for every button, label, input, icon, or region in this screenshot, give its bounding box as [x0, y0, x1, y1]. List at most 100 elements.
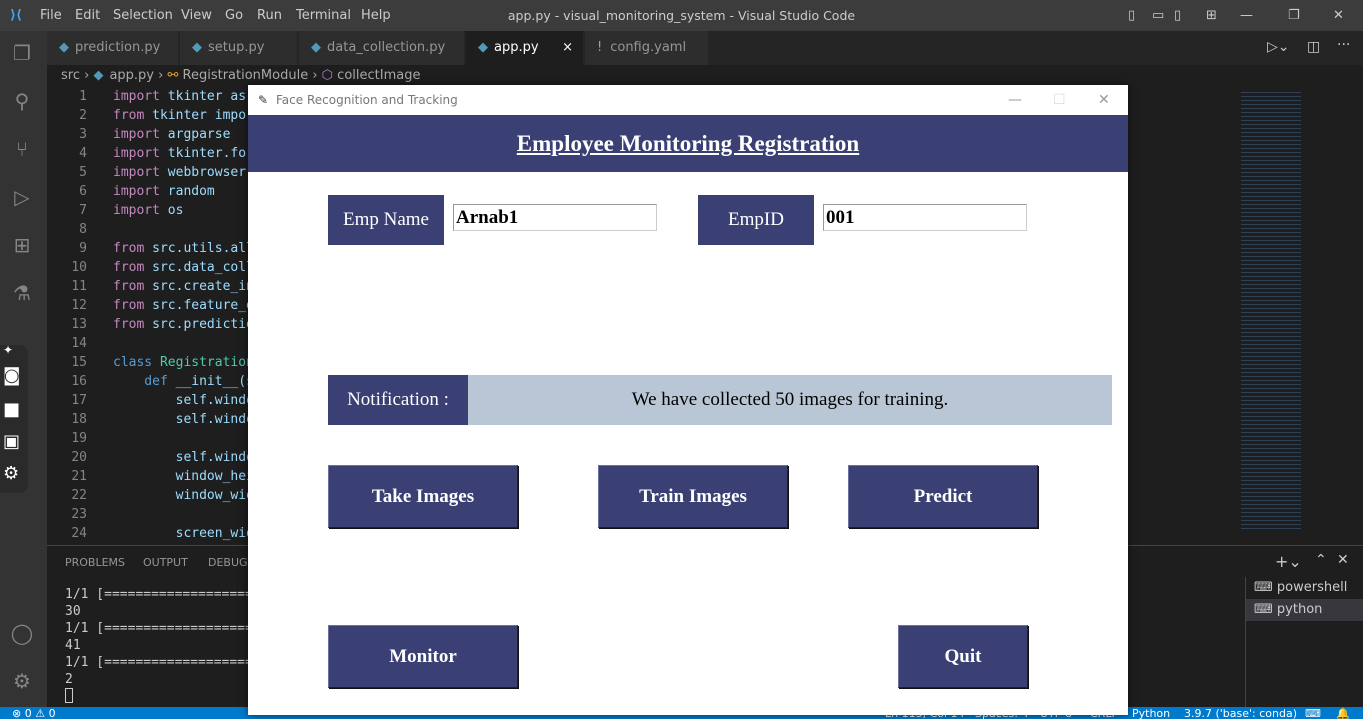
feedback-icon[interactable]: ⌨	[1305, 707, 1321, 719]
video-icon[interactable]: ■	[3, 399, 20, 420]
problems-status[interactable]: ⊗ 0 ⚠ 0	[12, 707, 56, 719]
search-icon[interactable]: ⚲	[10, 89, 34, 113]
code-keyword	[113, 412, 176, 427]
toggle-secondary-sidebar-icon[interactable]: ▯	[1174, 8, 1181, 23]
code-keyword: import	[113, 184, 168, 199]
line-number: 12	[71, 298, 87, 313]
split-editor-icon[interactable]: ◫	[1307, 39, 1320, 55]
tk-maximize-icon[interactable]: ☐	[1053, 85, 1066, 115]
code-line: import random	[113, 182, 215, 201]
restore-icon[interactable]: ❐	[1288, 8, 1300, 23]
close-icon[interactable]: ✕	[1333, 8, 1344, 23]
error-count: 0	[24, 707, 32, 719]
layout-icon[interactable]: ⊞	[1206, 8, 1217, 23]
tab-close-icon[interactable]: ×	[562, 31, 573, 65]
code-keyword: from	[113, 241, 153, 256]
quit-button[interactable]: Quit	[898, 625, 1028, 688]
code-text: webbrowser	[167, 165, 247, 180]
tab-label: prediction.py	[75, 40, 161, 55]
feather-icon: ✎	[258, 93, 269, 107]
code-text: window_hei	[175, 469, 254, 484]
panel-tab-problems[interactable]: PROBLEMS	[65, 556, 125, 569]
settings-gear-icon[interactable]: ⚙	[10, 669, 34, 693]
maximize-panel-icon[interactable]: ⌃	[1315, 552, 1327, 568]
account-icon[interactable]: ◯	[10, 621, 34, 645]
minimap[interactable]	[1235, 86, 1363, 546]
tab-setup[interactable]: ◆ setup.py	[180, 31, 298, 65]
code-keyword: from	[113, 279, 153, 294]
line-number: 4	[79, 146, 87, 161]
capture-toolbar: ✦ ◙ ■ ▣ ⚙	[0, 343, 28, 493]
run-debug-icon[interactable]: ▷	[10, 185, 34, 209]
tab-label: data_collection.py	[327, 40, 446, 55]
line-number: 9	[79, 241, 87, 256]
breadcrumb-item[interactable]: app.py	[109, 68, 154, 83]
breadcrumb-item[interactable]: src	[61, 68, 80, 83]
tk-minimize-icon[interactable]: —	[1008, 85, 1022, 115]
notifications-bell-icon[interactable]: 🔔	[1336, 707, 1350, 719]
language-mode[interactable]: Python	[1132, 707, 1170, 719]
panel-tab-output[interactable]: OUTPUT	[143, 556, 188, 569]
settings-icon[interactable]: ⚙	[3, 463, 19, 484]
code-keyword: import	[113, 127, 168, 142]
line-number: 15	[71, 355, 87, 370]
tab-prediction[interactable]: ◆ prediction.py	[47, 31, 179, 65]
extensions-icon[interactable]: ⊞	[10, 233, 34, 257]
code-line: class Registration	[113, 353, 254, 372]
gallery-icon[interactable]: ▣	[3, 431, 20, 452]
python-interpreter[interactable]: 3.9.7 ('base': conda)	[1184, 707, 1297, 719]
more-actions-icon[interactable]: ···	[1337, 37, 1350, 53]
line-number: 23	[71, 507, 87, 522]
code-text: argparse	[167, 127, 231, 142]
train-images-button[interactable]: Train Images	[598, 465, 788, 528]
code-line: import os	[113, 201, 183, 220]
code-line: import webbrowser	[113, 163, 246, 182]
tab-app[interactable]: ◆ app.py ×	[466, 31, 584, 65]
tk-app-window: ✎ Face Recognition and Tracking — ☐ ✕ Em…	[248, 85, 1128, 715]
source-control-icon[interactable]: ⑂	[10, 137, 34, 161]
run-file-icon[interactable]: ▷⌄	[1267, 39, 1290, 55]
code-text: screen_wid	[175, 526, 254, 541]
new-terminal-icon[interactable]: +⌄	[1275, 552, 1302, 571]
explorer-icon[interactable]: ❐	[10, 41, 34, 65]
yaml-file-icon: !	[597, 40, 603, 55]
code-text: src.create_in	[152, 279, 254, 294]
code-keyword: import	[113, 89, 168, 104]
line-number: 10	[71, 260, 87, 275]
line-number: 16	[71, 374, 87, 389]
line-number: 7	[79, 203, 87, 218]
terminal-item-powershell[interactable]: ⌨ powershell	[1246, 577, 1363, 599]
pin-icon[interactable]: ✦	[3, 343, 13, 357]
predict-button[interactable]: Predict	[848, 465, 1038, 528]
tab-config[interactable]: ! config.yaml	[585, 31, 709, 65]
line-number: 3	[79, 127, 87, 142]
emp-id-label: EmpID	[698, 195, 814, 245]
python-file-icon: ◆	[192, 40, 202, 55]
vscode-titlebar: ⟩⟨ File Edit Selection View Go Run Termi…	[0, 0, 1363, 31]
code-line: import tkinter as	[113, 87, 246, 106]
close-panel-icon[interactable]: ✕	[1337, 552, 1349, 568]
minimize-icon[interactable]: —	[1240, 8, 1253, 23]
line-number: 2	[79, 108, 87, 123]
monitor-button[interactable]: Monitor	[328, 625, 518, 688]
code-keyword: from	[113, 108, 153, 123]
emp-name-label: Emp Name	[328, 195, 444, 245]
testing-icon[interactable]: ⚗	[10, 281, 34, 305]
code-line: def __init__(s	[113, 372, 254, 391]
camera-icon[interactable]: ◙	[3, 365, 20, 386]
code-text: self.windo	[175, 450, 254, 465]
code-keyword	[113, 469, 176, 484]
toggle-panel-icon[interactable]: ▭	[1152, 8, 1164, 23]
tk-close-icon[interactable]: ✕	[1098, 85, 1110, 115]
emp-name-input[interactable]: Arnab1	[453, 204, 657, 231]
code-keyword	[113, 526, 176, 541]
code-line: window_wid	[113, 486, 254, 505]
breadcrumb-item[interactable]: collectImage	[337, 68, 420, 83]
toggle-sidebar-icon[interactable]: ▯	[1128, 8, 1135, 23]
tab-data-collection[interactable]: ◆ data_collection.py	[299, 31, 465, 65]
take-images-button[interactable]: Take Images	[328, 465, 518, 528]
emp-id-input[interactable]: 001	[823, 204, 1027, 231]
breadcrumb-item[interactable]: RegistrationModule	[183, 68, 309, 83]
python-file-icon: ◆	[59, 40, 69, 55]
terminal-item-python[interactable]: ⌨ python	[1246, 599, 1363, 621]
